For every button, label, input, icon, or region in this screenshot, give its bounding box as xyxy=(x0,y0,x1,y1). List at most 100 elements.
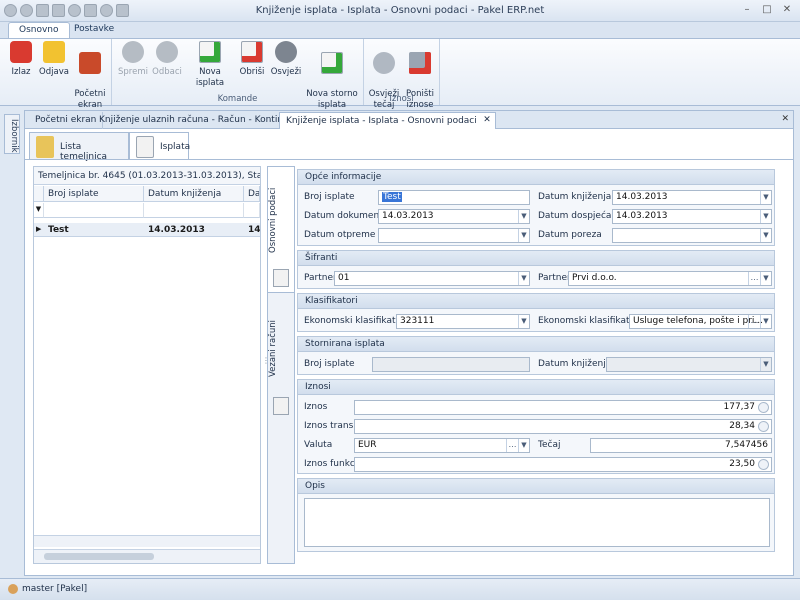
broj-isplate-field[interactable]: Test xyxy=(378,190,530,205)
chevron-down-icon[interactable]: ▼ xyxy=(518,229,529,242)
sidebar-tab-izbornik[interactable]: Izbornik xyxy=(4,114,20,154)
close-tab-icon[interactable]: ✕ xyxy=(483,115,491,125)
iznos-trans-field[interactable]: 28,34 xyxy=(354,419,772,434)
osvjezi-button[interactable]: Osvježi xyxy=(268,41,304,78)
label-datum-dospjeca: Datum dospjeća xyxy=(538,211,612,221)
ekonomski-klasifikator-code-field[interactable]: 323111 ▼ xyxy=(396,314,530,329)
doctab-knjizenje-isplata[interactable]: Knjiženje isplata - Isplata - Osnovni po… xyxy=(279,112,496,129)
ribbon: Izlaz Odjava Početni ekran Spremi Odbaci… xyxy=(0,38,800,110)
partner-name-field[interactable]: Prvi d.o.o. … ▼ xyxy=(568,271,772,286)
label-iznos: Iznos xyxy=(304,402,328,412)
chevron-down-icon[interactable]: ▼ xyxy=(760,210,771,223)
filter-broj-isplate[interactable] xyxy=(44,203,144,218)
column-broj-isplate[interactable]: Broj isplate xyxy=(44,186,144,202)
table-row-dat[interactable]: 14. xyxy=(244,223,260,237)
label-ekonomski-klasifikator-2: Ekonomski klasifikator xyxy=(538,316,639,326)
opis-textarea[interactable] xyxy=(304,498,770,547)
window-title: Knjiženje isplata - Isplata - Osnovni po… xyxy=(255,5,545,16)
tab-postavke[interactable]: Postavke xyxy=(64,22,124,38)
obrisi-button[interactable]: Obriši xyxy=(236,41,268,78)
calculator-icon xyxy=(409,52,431,74)
datum-poreza-field[interactable]: ▼ xyxy=(612,228,772,243)
chevron-down-icon[interactable]: ▼ xyxy=(760,272,771,285)
chevron-down-icon[interactable]: ▼ xyxy=(518,272,529,285)
tecaj-field[interactable]: 7,547456 xyxy=(590,438,772,453)
pocetni-ekran-button[interactable]: Početni ekran xyxy=(72,41,108,111)
column-dat[interactable]: Dat xyxy=(244,186,260,202)
chevron-down-icon[interactable]: ▼ xyxy=(760,315,771,328)
home-icon xyxy=(79,52,101,74)
iznos-funkc-field[interactable]: 23,50 xyxy=(354,457,772,472)
calculator-icon[interactable] xyxy=(758,402,769,413)
chevron-down-icon[interactable]: ▼ xyxy=(760,229,771,242)
nova-isplata-label: Nova isplata xyxy=(195,67,225,88)
chevron-down-icon: ▼ xyxy=(760,358,771,371)
chevron-down-icon[interactable]: ▼ xyxy=(518,439,529,452)
horizontal-scrollbar[interactable] xyxy=(34,549,260,563)
komande-group-label: Komande xyxy=(217,94,258,104)
section-iznosi: Iznosi Iznos 177,37 Iznos trans. 28,34 V… xyxy=(297,379,775,474)
cancel-icon xyxy=(156,41,178,63)
calculator-icon[interactable] xyxy=(758,421,769,432)
iznos-field[interactable]: 177,37 xyxy=(354,400,772,415)
osvjezi-label: Osvježi xyxy=(270,67,302,77)
close-icon[interactable]: ✕ xyxy=(780,3,794,17)
document-icon xyxy=(273,397,289,415)
vtab-osnovni-podaci[interactable]: Osnovni podaci xyxy=(268,167,294,293)
broj-isplate-value: Test xyxy=(382,192,402,202)
ellipsis-icon[interactable]: … xyxy=(506,439,518,452)
filter-icon[interactable]: ▼ xyxy=(34,203,44,218)
odbaci-label: Odbaci xyxy=(152,67,182,77)
refresh-icon xyxy=(275,41,297,63)
valuta-field[interactable]: EUR … ▼ xyxy=(354,438,530,453)
partner-name-value: Prvi d.o.o. xyxy=(572,273,617,283)
ekonomski-klasifikator-code-value: 323111 xyxy=(400,316,435,326)
column-datum-knjizenja[interactable]: Datum knjiženja xyxy=(144,186,244,202)
izlaz-label: Izlaz xyxy=(11,67,31,77)
section-title: Iznosi xyxy=(298,380,774,395)
maximize-icon[interactable]: □ xyxy=(760,3,774,17)
scrollbar-thumb[interactable] xyxy=(44,553,154,560)
spremi-button[interactable]: Spremi xyxy=(116,41,150,78)
partner-code-field[interactable]: 01 ▼ xyxy=(334,271,530,286)
odjava-label: Odjava xyxy=(39,67,69,77)
ellipsis-icon[interactable]: … xyxy=(748,315,760,328)
label-storno-datum-knjizenja: Datum knjiženja xyxy=(538,359,612,369)
ellipsis-icon[interactable]: … xyxy=(748,272,760,285)
odjava-button[interactable]: Odjava xyxy=(38,41,70,78)
table-row-broj[interactable]: Test xyxy=(44,223,144,237)
row-indicator-header xyxy=(34,186,44,202)
label-ekonomski-klasifikator: Ekonomski klasifikator xyxy=(304,316,405,326)
filter-dat[interactable] xyxy=(244,203,260,218)
datum-dospjeca-field[interactable]: 14.03.2013 ▼ xyxy=(612,209,772,224)
filter-datum-knjizenja[interactable] xyxy=(144,203,244,218)
datum-knjizenja-field[interactable]: 14.03.2013 ▼ xyxy=(612,190,772,205)
tab-osnovno[interactable]: Osnovno xyxy=(8,22,70,38)
iznos-funkc-value: 23,50 xyxy=(729,459,755,469)
chevron-down-icon[interactable]: ▼ xyxy=(518,315,529,328)
calculator-icon[interactable] xyxy=(758,459,769,470)
subtab-lista-temeljnica[interactable]: Lista temeljnica xyxy=(29,132,129,162)
label-datum-poreza: Datum poreza xyxy=(538,230,602,240)
datum-dokumenta-field[interactable]: 14.03.2013 ▼ xyxy=(378,209,530,224)
check-icon xyxy=(122,41,144,63)
vtab-vezani-racuni[interactable]: Vezani računi xyxy=(268,295,294,421)
close-panel-icon[interactable]: ✕ xyxy=(781,114,789,124)
doctab-knjizenje-racuna[interactable]: Knjiženje ulaznih računa - Račun - Konti… xyxy=(93,112,308,129)
minimize-icon[interactable]: – xyxy=(740,3,754,17)
label-datum-knjizenja: Datum knjiženja xyxy=(538,192,612,202)
obrisi-label: Obriši xyxy=(239,67,265,77)
izlaz-button[interactable]: Izlaz xyxy=(6,41,36,78)
folder-icon xyxy=(36,136,54,158)
datum-otpreme-field[interactable]: ▼ xyxy=(378,228,530,243)
ekonomski-klasifikator-name-field[interactable]: Usluge telefona, pošte i pri...… ▼ xyxy=(629,314,772,329)
chevron-down-icon[interactable]: ▼ xyxy=(518,210,529,223)
nova-isplata-button[interactable]: Nova isplata xyxy=(184,41,236,89)
section-sifranti: Šifranti Partner 01 ▼ Partner Prvi d.o.o.… xyxy=(297,250,775,289)
odbaci-button[interactable]: Odbaci xyxy=(150,41,184,78)
chevron-down-icon[interactable]: ▼ xyxy=(760,191,771,204)
vtab-vezani-racuni-label: Vezani računi xyxy=(268,319,278,377)
table-row-datum[interactable]: 14.03.2013 xyxy=(144,223,244,237)
subtab-isplata[interactable]: Isplata xyxy=(129,132,190,160)
gear-icon xyxy=(373,52,395,74)
